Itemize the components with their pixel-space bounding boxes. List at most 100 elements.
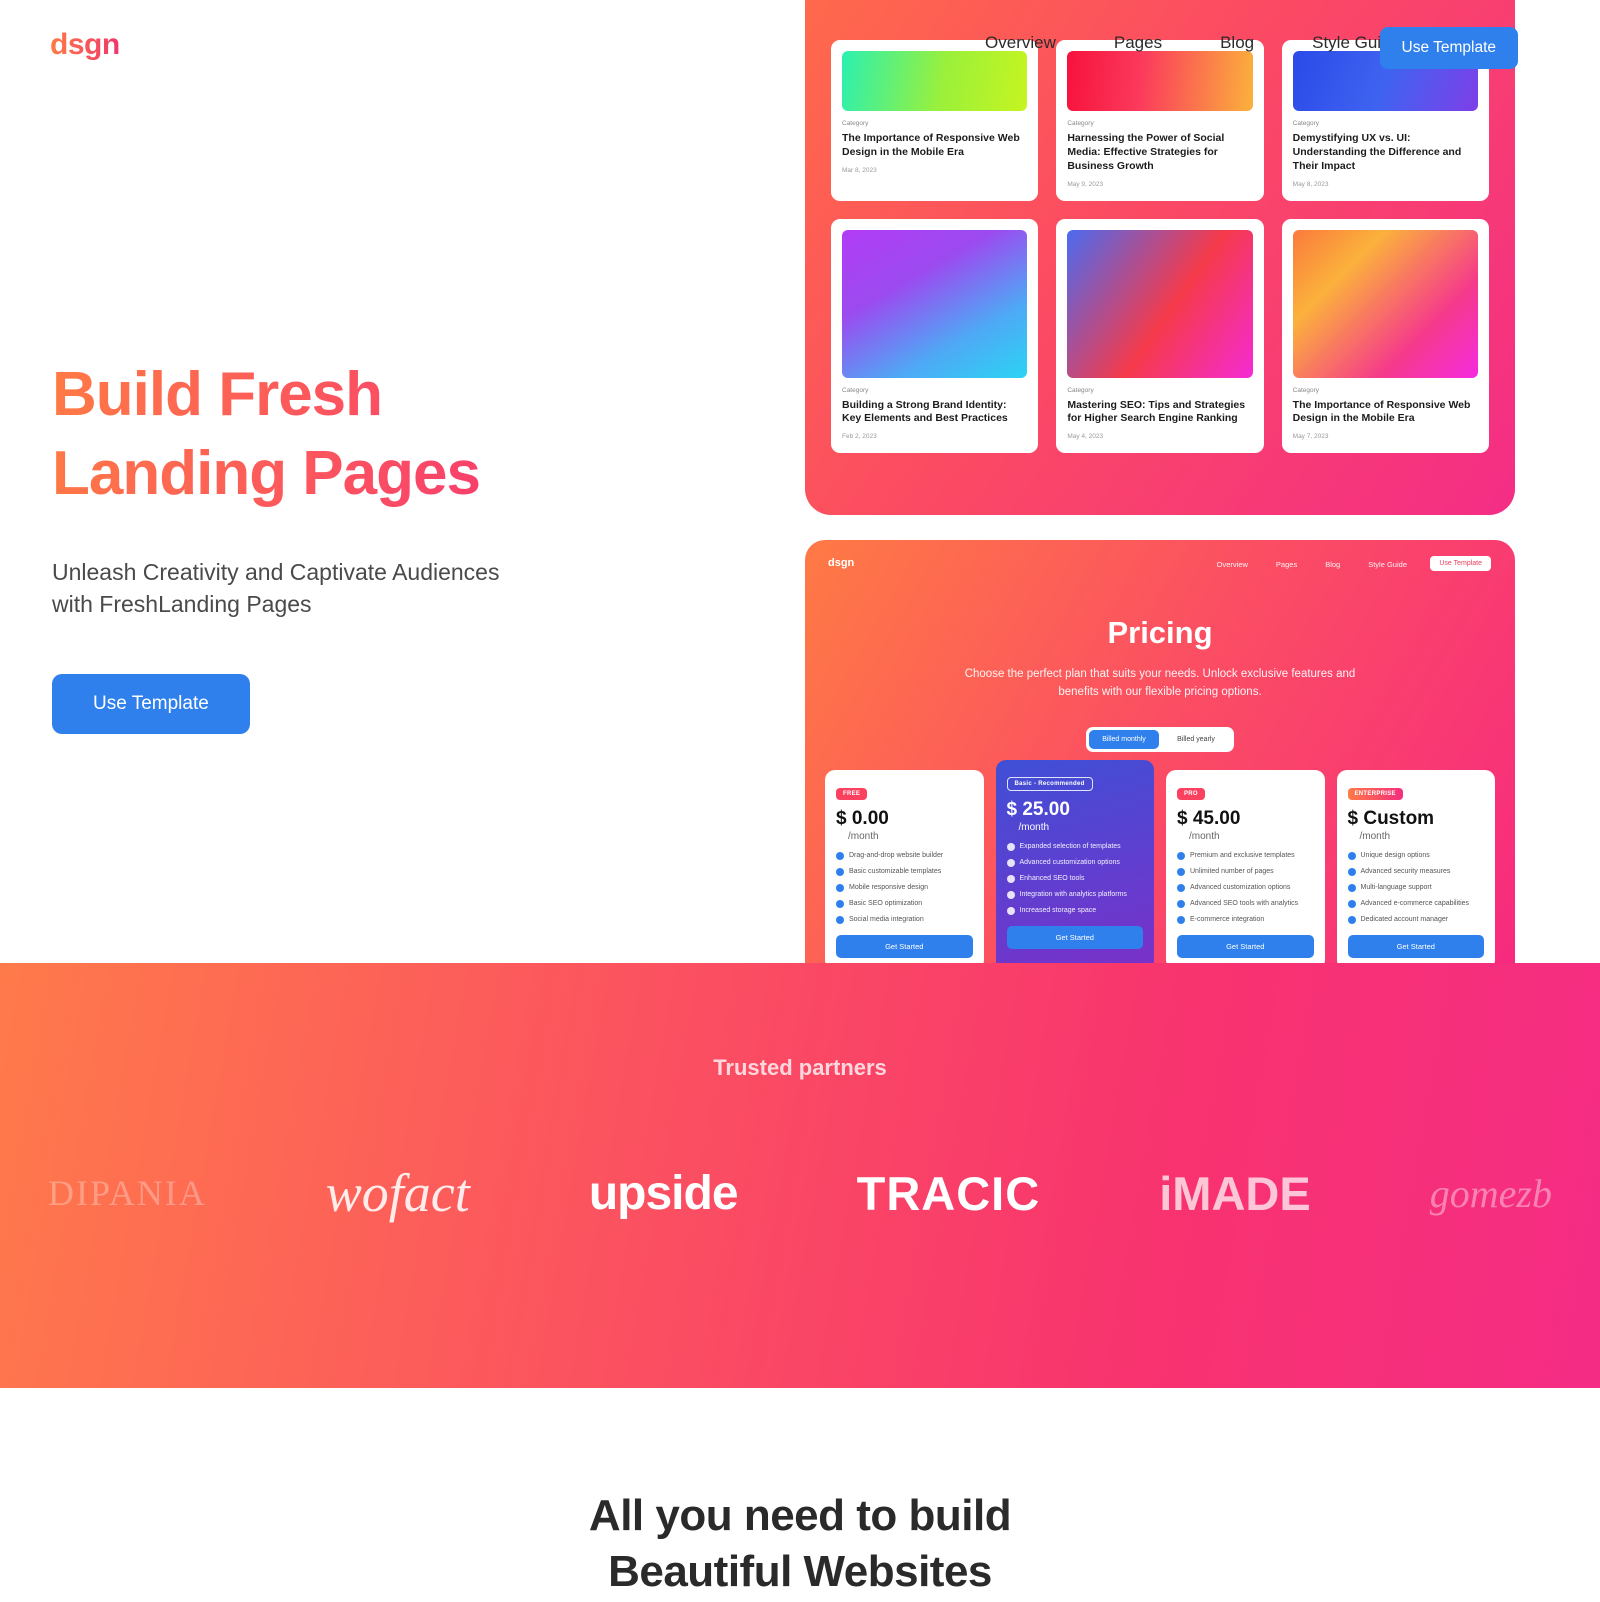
pricing-plan-feature: Advanced customization options [1006,858,1144,868]
pricing-plan-feature: Drag-and-drop website builder [836,851,973,861]
blog-card-title: The Importance of Responsive Web Design … [842,132,1020,158]
blog-card[interactable]: Category Building a Strong Brand Identity… [831,218,1039,454]
check-circle-icon [1006,843,1015,851]
pricing-plan-feature: Social media integration [836,915,973,925]
partner-logo-tracic: TRACIC [856,1166,1041,1220]
pricing-plan-price: $ Custom [1347,808,1435,829]
blog-card-thumbnail [1292,229,1478,378]
pricing-preview-nav-style-guide[interactable]: Style Guide [1368,560,1407,569]
nav-item-pages[interactable]: Pages [1114,33,1162,53]
partner-logo-imade: iMADE [1159,1166,1311,1220]
top-navigation-bar: dsgn Overview Pages Blog Style Guide Use… [0,0,1600,95]
hero-title: Build Fresh Landing Pages [52,355,672,514]
features-intro-title: All you need to build Beautiful Websites [0,1388,1600,1601]
pricing-plan-feature-label: Advanced SEO tools with analytics [1190,899,1299,907]
nav-item-overview[interactable]: Overview [985,33,1056,53]
hero-use-template-button[interactable]: Use Template [52,674,250,735]
features-intro-line-1: All you need to build [588,1491,1012,1540]
hero-title-line-1: Build Fresh [52,360,383,429]
pricing-plan-feature-label: Social media integration [849,915,924,923]
pricing-plan-card[interactable]: ENTERPRISE $ Custom/month Unique design op… [1336,770,1495,965]
pricing-plan-feature-label: Dedicated account manager [1360,915,1449,923]
check-circle-icon [1177,852,1185,860]
blog-card-category: Category [1292,120,1320,127]
pricing-plan-period: /month [1018,822,1050,833]
pricing-plan-feature-label: Expanded selection of templates [1019,843,1121,850]
blog-card-category: Category [1067,386,1094,394]
check-circle-icon [1347,899,1356,908]
blog-card-title: Mastering SEO: Tips and Strategies for H… [1067,398,1246,425]
check-circle-icon [836,867,844,876]
pricing-plan-cta-button[interactable]: Get Started [1006,925,1143,949]
check-circle-icon [1006,858,1015,867]
pricing-plan-feature-list: Unique design options Advanced security m… [1347,851,1485,925]
blog-card-date: May 4, 2023 [1067,433,1104,441]
blog-card-date: May 7, 2023 [1292,433,1329,441]
trusted-partners-section: Trusted partners DIPANIA wofact upside T… [0,963,1600,1388]
pricing-plan-feature-list: Expanded selection of templates Advanced … [1006,842,1144,916]
pricing-plan-card[interactable]: PRO $ 45.00/month Premium and exclusive te… [1166,770,1325,965]
pricing-plan-feature: Mobile responsive design [836,883,973,893]
features-intro-line-2: Beautiful Websites [608,1547,992,1597]
check-circle-icon [1177,867,1185,876]
pricing-plan-feature: Unlimited number of pages [1177,867,1314,877]
blog-card-title: The Importance of Responsive Web Design … [1292,398,1471,425]
brand-logo[interactable]: dsgn [50,28,120,62]
blog-card-title: Harnessing the Power of Social Media: Ef… [1067,132,1225,172]
pricing-preview-nav-overview[interactable]: Overview [1217,560,1248,569]
pricing-plan-price: $ 25.00 [1006,799,1070,820]
pricing-plan-feature: Basic customizable templates [836,867,973,877]
pricing-plan-cards: FREE $ 0.00/month Drag-and-drop website bu… [825,760,1495,965]
partner-logo-gomezb: gomezb [1429,1170,1552,1216]
blog-card-date: May 8, 2023 [1292,180,1329,188]
check-circle-icon [1177,899,1185,908]
pricing-plan-feature: Multi-language support [1347,883,1485,893]
pricing-plan-feature: Basic SEO optimization [836,899,973,909]
pricing-plan-cta-button[interactable]: Get Started [1347,934,1484,958]
blog-card[interactable]: Category The Importance of Responsive Web… [1281,218,1489,454]
pricing-plan-card[interactable]: Basic - Recommended $ 25.00/month Expanded… [995,760,1154,965]
pricing-plan-cta-button[interactable]: Get Started [836,934,973,958]
nav-item-blog[interactable]: Blog [1220,33,1254,53]
billing-period-toggle[interactable]: Billed monthly Billed yearly [1086,726,1234,752]
blog-card-category: Category [1067,120,1094,127]
pricing-plan-feature: Advanced customization options [1177,883,1314,893]
pricing-plan-feature-label: Basic SEO optimization [849,899,923,907]
pricing-preview-logo: dsgn [828,557,855,569]
billed-monthly-toggle[interactable]: Billed monthly [1089,729,1159,749]
features-intro-section: All you need to build Beautiful Websites [0,1388,1600,1602]
check-circle-icon [836,883,844,892]
check-circle-icon [1177,915,1185,924]
pricing-plan-feature-label: Advanced e-commerce capabilities [1360,899,1470,907]
pricing-plan-period: /month [1189,831,1220,842]
pricing-heading: Pricing [1107,615,1213,650]
pricing-plan-feature: Advanced security measures [1347,867,1485,877]
pricing-plan-feature-label: Advanced customization options [1019,858,1120,866]
pricing-plan-period: /month [848,831,879,842]
pricing-preview-nav: dsgn Overview Pages Blog Style Guide Use… [805,552,1515,582]
pricing-plan-period: /month [1359,831,1391,842]
pricing-plan-feature-label: Unique design options [1360,852,1430,859]
pricing-plan-card[interactable]: FREE $ 0.00/month Drag-and-drop website bu… [825,770,984,965]
blog-card[interactable]: Category Mastering SEO: Tips and Strategi… [1056,218,1264,454]
pricing-plan-feature-label: Increased storage space [1019,906,1097,914]
check-circle-icon [1347,883,1356,892]
check-circle-icon [1177,883,1185,892]
pricing-preview-nav-pages[interactable]: Pages [1276,560,1297,569]
billed-yearly-toggle[interactable]: Billed yearly [1161,730,1231,749]
pricing-plan-feature: Unique design options [1347,851,1485,861]
pricing-preview-nav-blog[interactable]: Blog [1325,560,1340,569]
pricing-plan-price: $ 0.00 [836,808,889,829]
pricing-plan-feature-label: Multi-language support [1360,883,1432,891]
partner-logo-row: DIPANIA wofact upside TRACIC iMADE gomez… [0,1143,1600,1243]
blog-card-date: Feb 2, 2023 [842,433,877,441]
nav-use-template-button[interactable]: Use Template [1379,27,1518,69]
partner-logo-dipania: DIPANIA [48,1173,207,1213]
pricing-plan-cta-button[interactable]: Get Started [1177,934,1314,958]
check-circle-icon [836,852,844,860]
pricing-plan-feature-label: Unlimited number of pages [1190,867,1274,875]
pricing-plan-feature-label: Advanced security measures [1360,867,1451,875]
pricing-plan-feature: E-commerce integration [1177,915,1314,925]
pricing-preview-use-template-button[interactable]: Use Template [1430,556,1491,571]
blog-card-thumbnail [842,229,1028,378]
